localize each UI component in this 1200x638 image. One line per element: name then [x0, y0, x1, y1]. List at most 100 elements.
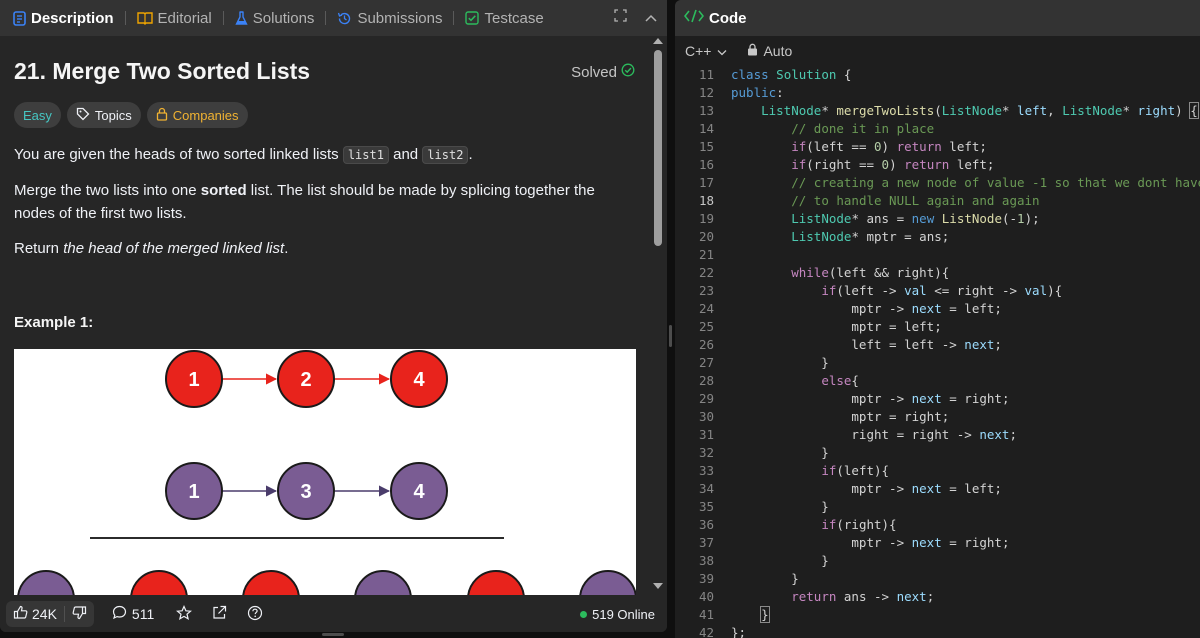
horizontal-splitter[interactable] — [322, 633, 344, 636]
companies-button[interactable]: Companies — [146, 102, 248, 128]
code-token: if — [821, 517, 837, 532]
flask-icon — [235, 10, 248, 26]
linked-list-diagram: 1 2 4 1 3 4 — [17, 350, 636, 595]
tab-editorial[interactable]: Editorial — [134, 0, 215, 36]
code-line[interactable]: 27 } — [675, 354, 1200, 372]
code-line[interactable]: 22 while(left && right){ — [675, 264, 1200, 282]
like-button[interactable]: 24K — [6, 601, 64, 627]
line-number: 41 — [698, 607, 714, 622]
code-line[interactable]: 15 if(left == 0) return left; — [675, 138, 1200, 156]
share-button[interactable] — [212, 605, 227, 623]
merged-node-3 — [242, 570, 300, 595]
code-token: // creating a new node of value -1 so th… — [791, 175, 1200, 190]
merged-node-2 — [130, 570, 188, 595]
code-text: }; — [731, 624, 746, 638]
code-line[interactable]: 17 // creating a new node of value -1 so… — [675, 174, 1200, 192]
code-token: } — [731, 355, 829, 370]
code-line[interactable]: 35 } — [675, 498, 1200, 516]
vertical-splitter[interactable] — [669, 325, 672, 347]
para1-text-end: . — [468, 146, 473, 163]
auto-mode-toggle[interactable]: Auto — [747, 43, 792, 59]
code-editor[interactable]: 11 class Solution {12 public: 13 ListNode* … — [675, 65, 1200, 638]
code-line[interactable]: 38 } — [675, 552, 1200, 570]
code-line[interactable]: 11 class Solution { — [675, 66, 1200, 84]
code-line[interactable]: 25 mptr = left; — [675, 318, 1200, 336]
para3-text-end: . — [284, 240, 289, 257]
left-tab-bar: Description Editorial Solutions Submissi… — [0, 0, 667, 36]
code-line[interactable]: 13 ListNode* mergeTwoLists(ListNode* lef… — [675, 102, 1200, 120]
code-token: else — [821, 373, 852, 388]
help-button[interactable] — [247, 605, 263, 624]
code-text: // done it in place — [731, 120, 934, 138]
code-token: (- — [1001, 211, 1018, 226]
code-text: return ans -> next; — [731, 588, 934, 606]
code-line[interactable]: 19 ListNode* ans = new ListNode(-1); — [675, 210, 1200, 228]
list2-node-1: 1 — [165, 462, 223, 520]
code-token: ListNode — [941, 103, 1002, 118]
code-token: } — [731, 445, 829, 460]
language-select[interactable]: C++ — [685, 43, 727, 59]
code-tab-label[interactable]: Code — [709, 10, 747, 27]
tab-solutions[interactable]: Solutions — [232, 0, 318, 36]
code-text: } — [731, 354, 829, 372]
code-text: if(right){ — [731, 516, 896, 534]
code-token: new — [911, 211, 935, 226]
code-line[interactable]: 16 if(right == 0) return left; — [675, 156, 1200, 174]
description-scrollbar[interactable] — [651, 38, 665, 594]
lock-icon — [747, 43, 758, 59]
code-line[interactable]: 34 mptr -> next = left; — [675, 480, 1200, 498]
code-line[interactable]: 36 if(right){ — [675, 516, 1200, 534]
collapse-icon[interactable] — [645, 9, 657, 27]
code-line[interactable]: 33 if(left){ — [675, 462, 1200, 480]
dislike-button[interactable] — [65, 601, 94, 627]
line-number: 30 — [698, 409, 714, 424]
code-line[interactable]: 40 return ans -> next; — [675, 588, 1200, 606]
scroll-down-arrow-icon[interactable] — [653, 583, 663, 589]
line-number: 15 — [698, 139, 714, 154]
code-line[interactable]: 37 mptr -> next = right; — [675, 534, 1200, 552]
scroll-up-arrow-icon[interactable] — [653, 38, 663, 44]
line-number: 18 — [698, 193, 714, 208]
code-line[interactable]: 21 — [675, 246, 1200, 264]
code-token: = right; — [941, 391, 1010, 406]
code-line[interactable]: 28 else{ — [675, 372, 1200, 390]
topics-button[interactable]: Topics — [66, 102, 141, 128]
code-line[interactable]: 14 // done it in place — [675, 120, 1200, 138]
svg-text:1: 1 — [188, 369, 199, 391]
code-line[interactable]: 32 } — [675, 444, 1200, 462]
scrollbar-thumb[interactable] — [654, 50, 662, 246]
tab-submissions[interactable]: Submissions — [334, 0, 445, 36]
code-token: class — [731, 67, 769, 82]
code-line[interactable]: 31 right = right -> next; — [675, 426, 1200, 444]
code-line[interactable]: 42}; — [675, 624, 1200, 638]
code-token: // done it in place — [791, 121, 935, 136]
code-token: = right; — [941, 535, 1010, 550]
maximize-icon[interactable] — [614, 9, 627, 27]
code-token: <= right -> — [926, 283, 1025, 298]
line-number: 24 — [698, 301, 714, 316]
code-line[interactable]: 20 ListNode* mptr = ans; — [675, 228, 1200, 246]
code-line[interactable]: 29 mptr -> next = right; — [675, 390, 1200, 408]
code-token: if — [791, 139, 807, 154]
code-line[interactable]: 12 public: — [675, 84, 1200, 102]
code-line[interactable]: 39 } — [675, 570, 1200, 588]
tab-testcase[interactable]: Testcase — [462, 0, 546, 36]
code-line[interactable]: 41 } — [675, 606, 1200, 624]
tab-description[interactable]: Description — [10, 0, 117, 36]
solved-label: Solved — [571, 63, 617, 81]
code-text: } — [731, 552, 829, 570]
code-token: ListNode — [791, 229, 852, 244]
code-line[interactable]: 26 left = left -> next; — [675, 336, 1200, 354]
description-icon — [13, 10, 26, 26]
favorite-button[interactable] — [176, 604, 193, 624]
code-line[interactable]: 30 mptr = right; — [675, 408, 1200, 426]
code-line[interactable]: 23 if(left -> val <= right -> val){ — [675, 282, 1200, 300]
para1-text-start: You are given the heads of two sorted li… — [14, 146, 343, 163]
code-line[interactable]: 24 mptr -> next = left; — [675, 300, 1200, 318]
code-text: public: — [731, 84, 784, 102]
comments-button[interactable]: 511 — [112, 605, 154, 623]
code-line[interactable]: 18 // to handle NULL again and again — [675, 192, 1200, 210]
